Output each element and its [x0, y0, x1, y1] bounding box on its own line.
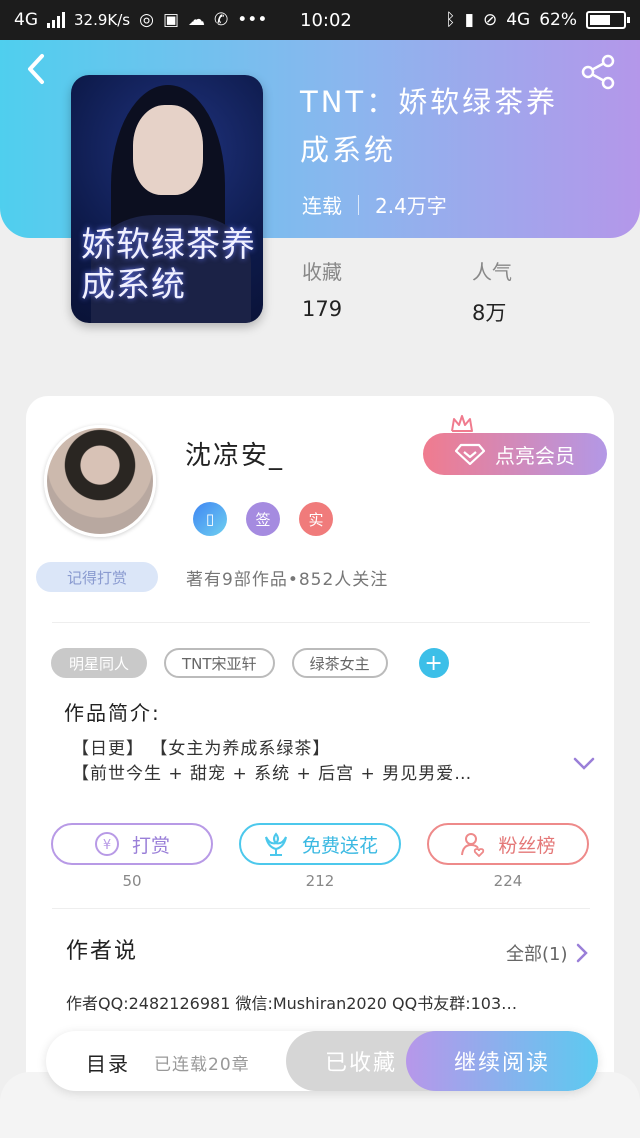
tip-count: 50 [122, 872, 142, 890]
author-works-info: 著有9部作品•852人关注 [186, 570, 389, 590]
phone-verified-icon[interactable]: ▯ [193, 502, 227, 536]
fans-user-icon [461, 833, 485, 857]
intro-title: 作品简介: [64, 701, 161, 725]
status-bar: 4G 32.9K/s ◎ ▣ ☁ ✆ ••• 10:02 ᛒ ▮ ⊘ 4G 62… [0, 0, 640, 40]
flower-icon [265, 832, 287, 856]
author-badges: ▯ 签 实 [193, 502, 333, 536]
network-type: 4G [14, 10, 38, 30]
cover-title: 娇软绿茶养成系统 [81, 225, 256, 305]
browser-icon: ◎ [139, 10, 154, 30]
battery-icon [586, 11, 630, 29]
diamond-icon [455, 443, 485, 465]
stat-value: 179 [302, 297, 343, 321]
stat-label: 收藏 [302, 260, 342, 284]
yen-coin-icon: ¥ [94, 832, 119, 856]
fans-count: 224 [493, 872, 523, 890]
signed-badge[interactable]: 签 [246, 502, 280, 536]
book-status: 连载 [302, 194, 342, 218]
intro-line: 【前世今生 + 甜宠 + 系统 + 后宫 + 男见男爱… [72, 764, 473, 784]
chevron-right-icon [576, 943, 588, 963]
s-app-icon: ▣ [162, 10, 180, 30]
fans-rank-label: 粉丝榜 [498, 834, 556, 857]
toc-button[interactable]: 目录 [86, 1048, 130, 1077]
add-tag-button[interactable]: + [418, 648, 449, 678]
author-name[interactable]: 沈凉安_ [185, 435, 284, 472]
stat-label: 人气 [472, 260, 512, 284]
author-say-title: 作者说 [66, 939, 139, 964]
tag-list: 明星同人 TNT宋亚轩 绿茶女主 + [51, 648, 449, 678]
meta-divider [358, 194, 359, 215]
stat-value: 8万 [472, 301, 507, 325]
fans-rank-button[interactable]: 粉丝榜 [427, 823, 589, 865]
book-cover[interactable]: 娇软绿茶养成系统 [71, 75, 263, 323]
network-type-right: 4G [506, 10, 531, 30]
cover-face [133, 105, 203, 195]
book-meta: 连载 2.4万字 [302, 190, 447, 219]
crown-icon [451, 415, 473, 432]
bluetooth-icon: ᛒ [445, 10, 456, 30]
chevron-down-icon[interactable] [572, 756, 596, 772]
vip-button-label: 点亮会员 [495, 443, 575, 468]
continue-reading-button[interactable]: 继续阅读 [406, 1031, 598, 1091]
author-say-all-label: 全部(1) [506, 944, 568, 965]
real-name-badge[interactable]: 实 [299, 502, 333, 536]
book-word-count: 2.4万字 [375, 194, 447, 218]
intro-text: 【日更】 【女主为养成系绿茶】 【前世今生 + 甜宠 + 系统 + 后宫 + 男… [72, 737, 542, 787]
more-icon: ••• [237, 10, 268, 30]
flower-count: 212 [305, 872, 335, 890]
clock: 10:02 [300, 10, 352, 31]
author-say-all-link[interactable]: 全部(1) [506, 940, 588, 966]
stat-popularity: 人气 8万 [472, 256, 512, 327]
divider [52, 622, 590, 623]
author-avatar[interactable] [44, 425, 156, 537]
signal-icon [47, 12, 65, 28]
author-say-text: 作者QQ:2482126981 微信:Mushiran2020 QQ书友群:10… [66, 994, 518, 1013]
tag-item[interactable]: 绿茶女主 [291, 648, 388, 678]
svg-text:¥: ¥ [103, 838, 111, 853]
battery-percent: 62% [539, 10, 577, 30]
tag-item[interactable]: TNT宋亚轩 [164, 648, 275, 678]
intro-line: 【日更】 【女主为养成系绿茶】 [72, 739, 331, 759]
vip-button[interactable]: 点亮会员 [423, 433, 607, 475]
tag-item[interactable]: 明星同人 [51, 648, 148, 678]
chapters-count[interactable]: 已连载20章 [154, 1050, 250, 1075]
divider [52, 908, 590, 909]
tip-button[interactable]: ¥ 打赏 [51, 823, 213, 865]
mute-icon: ⊘ [482, 10, 498, 30]
back-icon[interactable] [22, 52, 52, 86]
book-title: TNT：娇软绿茶养成系统 [300, 85, 559, 167]
battery-saver-icon: ▮ [464, 10, 474, 30]
phone-icon: ✆ [214, 10, 229, 30]
cloud-icon: ☁ [188, 10, 206, 30]
send-flower-button[interactable]: 免费送花 [239, 823, 401, 865]
network-speed: 32.9K/s [74, 11, 131, 29]
tip-reminder-badge[interactable]: 记得打赏 [36, 562, 158, 592]
send-flower-label: 免费送花 [301, 834, 378, 857]
bottom-action-bar: 目录 已连载20章 已收藏 继续阅读 [46, 1031, 598, 1091]
tip-button-label: 打赏 [131, 834, 170, 857]
stat-favorites: 收藏 179 [302, 256, 342, 321]
